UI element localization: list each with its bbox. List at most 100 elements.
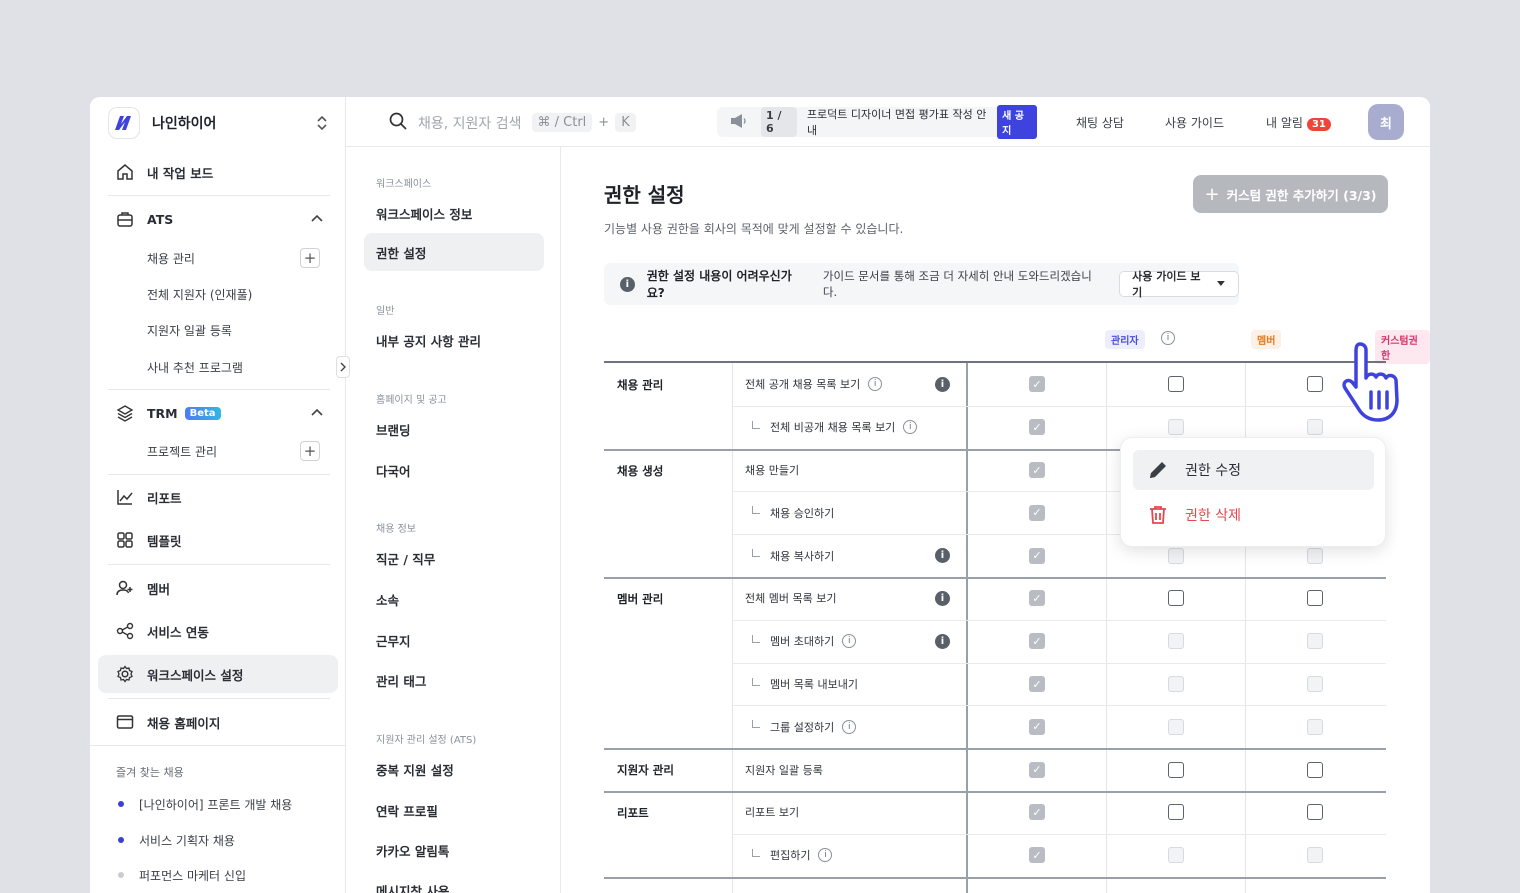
info-icon[interactable]: i (818, 848, 833, 863)
member-checkbox[interactable] (1168, 419, 1184, 436)
subnav-item-duplicate[interactable]: 중복 지원 설정 (376, 760, 454, 779)
member-checkbox[interactable] (1168, 761, 1184, 778)
sidebar-item-homepage[interactable]: 채용 홈페이지 (98, 703, 338, 741)
info-icon[interactable]: i (1161, 331, 1175, 345)
custom-checkbox[interactable] (1307, 718, 1323, 735)
admin-checkbox[interactable]: ✓ (1029, 718, 1045, 735)
subnav-item-language[interactable]: 다국어 (376, 461, 411, 480)
column-divider (732, 363, 733, 893)
subnav-item-contact-profile[interactable]: 연락 프로필 (376, 801, 438, 820)
favorite-item[interactable]: [나인하이어] 프론트 개발 채용 (116, 794, 292, 814)
workspace-switcher[interactable]: 나인하이어 (108, 105, 328, 141)
notice-text: 프로덕트 디자이너 면접 평가표 작성 안내 (806, 108, 987, 137)
admin-checkbox[interactable]: ✓ (1029, 376, 1045, 393)
member-checkbox[interactable] (1168, 804, 1184, 821)
search-bar[interactable]: 채용, 지원자 검색 ⌘ / Ctrl + K (388, 111, 636, 134)
subnav-item-job-category[interactable]: 직군 / 직무 (376, 549, 435, 568)
admin-checkbox[interactable]: ✓ (1029, 547, 1045, 564)
custom-checkbox[interactable] (1307, 419, 1323, 436)
sidebar-item-trm[interactable]: TRM Beta (98, 394, 338, 432)
sidebar-subitem-projects[interactable]: 프로젝트 관리 (147, 439, 217, 463)
info-filled-icon[interactable]: i (935, 590, 950, 606)
sidebar-subitem-jobs[interactable]: 채용 관리 (147, 246, 195, 270)
admin-checkbox[interactable]: ✓ (1029, 847, 1045, 864)
subnav-item-workspace-info[interactable]: 워크스페이스 정보 (376, 204, 472, 223)
chevron-up-icon[interactable] (310, 212, 324, 229)
view-guide-button[interactable]: 사용 가이드 보기 (1119, 270, 1239, 299)
subnav-item-message[interactable]: 메시지창 사용 (376, 881, 449, 893)
chat-support-link[interactable]: 채팅 상담 (1076, 114, 1124, 131)
custom-checkbox[interactable] (1307, 804, 1323, 821)
member-checkbox[interactable] (1168, 633, 1184, 650)
member-checkbox[interactable] (1168, 847, 1184, 864)
tree-connector (752, 720, 760, 729)
grid-icon (115, 530, 135, 550)
favorites-title: 즐겨 찾는 채용 (116, 766, 184, 779)
info-icon[interactable]: i (842, 634, 857, 649)
member-checkbox[interactable] (1168, 718, 1184, 735)
notifications-link[interactable]: 내 알림 31 (1266, 114, 1331, 131)
subnav-item-department[interactable]: 소속 (376, 590, 399, 609)
add-custom-permission-button[interactable]: + 커스텀 권한 추가하기 (3/3) (1193, 175, 1388, 213)
sidebar-item-workspace-settings[interactable]: 워크스페이스 설정 (98, 655, 338, 693)
member-checkbox[interactable] (1168, 676, 1184, 692)
subnav-item-internal-notice[interactable]: 내부 공지 사항 관리 (376, 331, 481, 350)
custom-checkbox[interactable] (1307, 376, 1323, 393)
info-icon[interactable]: i (868, 377, 883, 392)
edit-permission-option[interactable]: 권한 수정 (1133, 450, 1374, 490)
subnav-item-kakao[interactable]: 카카오 알림톡 (376, 841, 449, 860)
sidebar-item-member[interactable]: 멤버 (98, 569, 338, 607)
custom-checkbox[interactable] (1307, 847, 1323, 864)
permission-row: 멤버 목록 내보내기 (752, 676, 858, 692)
collapse-sidebar-button[interactable] (336, 356, 350, 378)
admin-checkbox[interactable]: ✓ (1029, 804, 1045, 821)
subnav-item-permissions[interactable]: 권한 설정 (376, 243, 426, 262)
sidebar-subitem-all-applicants[interactable]: 전체 지원자 (인재풀) (147, 282, 252, 306)
custom-checkbox[interactable] (1307, 547, 1323, 564)
info-filled-icon[interactable]: i (935, 548, 950, 564)
delete-permission-option[interactable]: 권한 삭제 (1133, 495, 1374, 535)
sidebar-item-template[interactable]: 템플릿 (98, 521, 338, 559)
custom-checkbox[interactable] (1307, 676, 1323, 692)
sidebar-item-integration[interactable]: 서비스 연동 (98, 612, 338, 650)
custom-checkbox[interactable] (1307, 633, 1323, 650)
subnav-item-location[interactable]: 근무지 (376, 631, 411, 650)
admin-checkbox[interactable]: ✓ (1029, 761, 1045, 778)
avatar[interactable]: 최 (1368, 104, 1404, 140)
favorite-item[interactable]: 퍼포먼스 마케터 신입 (116, 865, 246, 885)
sidebar-item-dashboard[interactable]: 내 작업 보드 (98, 153, 338, 191)
add-project-button[interactable]: + (300, 441, 320, 461)
permission-row: 전체 비공개 채용 목록 보기 i (752, 419, 918, 435)
favorite-label: 서비스 기획자 채용 (139, 833, 235, 848)
member-checkbox[interactable] (1168, 376, 1184, 393)
info-filled-icon[interactable]: i (935, 376, 950, 392)
subnav-item-tags[interactable]: 관리 태그 (376, 671, 426, 690)
sidebar-subitem-referral[interactable]: 사내 추천 프로그램 (147, 355, 243, 379)
sidebar-item-label: 멤버 (147, 581, 171, 597)
user-guide-link[interactable]: 사용 가이드 (1165, 114, 1224, 131)
chart-line-icon (115, 487, 135, 507)
add-job-button[interactable]: + (300, 248, 320, 268)
notice-pager[interactable]: 1 / 6 (761, 107, 797, 137)
custom-checkbox[interactable] (1307, 761, 1323, 778)
info-icon[interactable]: i (842, 719, 857, 734)
admin-checkbox[interactable]: ✓ (1029, 462, 1045, 478)
sidebar-subitem-bulk-register[interactable]: 지원자 일괄 등록 (147, 318, 232, 342)
custom-checkbox[interactable] (1307, 590, 1323, 607)
member-checkbox[interactable] (1168, 590, 1184, 607)
subnav-item-branding[interactable]: 브랜딩 (376, 420, 411, 439)
notice-banner[interactable]: 1 / 6 프로덕트 디자이너 면접 평가표 작성 안내 새 공지 (717, 105, 1037, 139)
favorite-item[interactable]: 서비스 기획자 채용 (116, 830, 235, 850)
admin-checkbox[interactable]: ✓ (1029, 633, 1045, 650)
member-checkbox[interactable] (1168, 547, 1184, 564)
admin-checkbox[interactable]: ✓ (1029, 419, 1045, 436)
admin-checkbox[interactable]: ✓ (1029, 504, 1045, 521)
admin-checkbox[interactable]: ✓ (1029, 676, 1045, 692)
sidebar-item-ats[interactable]: ATS (98, 200, 338, 238)
admin-checkbox[interactable]: ✓ (1029, 590, 1045, 607)
chevron-up-icon[interactable] (310, 406, 324, 423)
search-input[interactable]: 채용, 지원자 검색 (418, 113, 522, 133)
info-filled-icon[interactable]: i (935, 633, 950, 649)
info-icon[interactable]: i (903, 420, 918, 435)
sidebar-item-report[interactable]: 리포트 (98, 478, 338, 516)
